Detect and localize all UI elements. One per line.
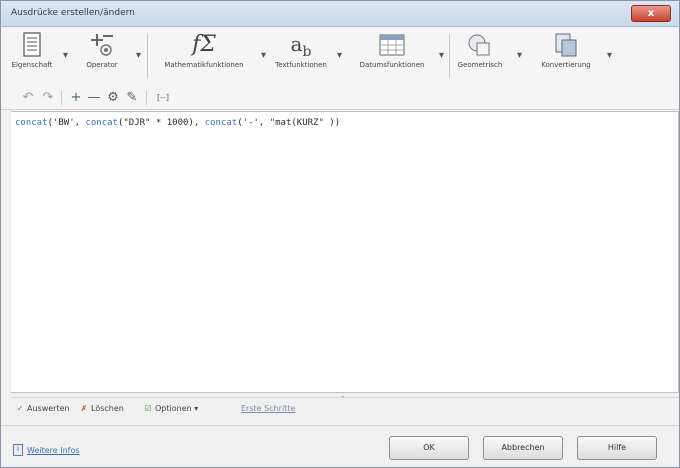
title-bar: Ausdrücke erstellen/ändern x <box>1 1 679 27</box>
expression-builder-window: Ausdrücke erstellen/ändern x Eigenschaft… <box>0 0 680 468</box>
ribbon-text-label: Textfunktionen <box>275 61 327 69</box>
ok-button[interactable]: OK <box>389 436 469 460</box>
ribbon-geometry[interactable]: Geometrisch <box>451 32 509 69</box>
expression-text: concat('BW', concat("DJR" * 1000), conca… <box>15 118 340 128</box>
text-function-icon: ab <box>271 32 331 60</box>
window-title: Ausdrücke erstellen/ändern <box>11 8 135 18</box>
checkbox-icon: ☑ <box>144 404 152 413</box>
toolbar-separator <box>146 91 147 105</box>
delete-button[interactable]: ✗ Löschen <box>79 404 124 413</box>
help-link[interactable]: Weitere Infos <box>27 446 80 455</box>
chevron-down-icon[interactable]: ▾ <box>517 50 522 61</box>
text-glyph-sub: b <box>302 44 312 60</box>
eraser-icon: ✗ <box>80 404 88 413</box>
options-button[interactable]: ☑ Optionen ▾ <box>143 404 198 413</box>
text-glyph-main: a <box>290 32 303 56</box>
chevron-down-icon: ▾ <box>194 404 199 413</box>
ribbon-toolbar: Eigenschaft ▾ Operator ▾ fΣ Mathematikfu… <box>1 28 679 86</box>
delete-label: Löschen <box>91 404 124 413</box>
minus-icon[interactable]: — <box>85 90 103 106</box>
expr-token: concat <box>15 118 48 128</box>
date-function-icon <box>379 34 405 56</box>
help-info-icon: i <box>13 444 23 456</box>
cancel-button[interactable]: Abbrechen <box>483 436 563 460</box>
close-button[interactable]: x <box>631 5 671 22</box>
ribbon-date-label: Datumsfunktionen <box>359 61 425 69</box>
check-icon: ✓ <box>16 404 24 413</box>
expr-token: ('-', "mat(KURZ" )) <box>237 118 341 128</box>
ribbon-separator <box>449 34 450 78</box>
bracket-button[interactable]: [--] <box>151 90 175 106</box>
add-icon[interactable]: + <box>67 90 85 106</box>
help-button[interactable]: Hilfe <box>577 436 657 460</box>
ribbon-separator <box>147 34 148 78</box>
evaluate-button[interactable]: ✓ Auswerten <box>15 404 70 413</box>
math-function-icon: fΣ <box>192 32 216 57</box>
expr-token: concat <box>85 118 118 128</box>
options-label: Optionen <box>155 404 192 413</box>
ribbon-text-functions[interactable]: ab Textfunktionen <box>271 32 331 69</box>
evaluate-label: Auswerten <box>27 404 70 413</box>
pencil-icon[interactable]: ✎ <box>123 90 141 106</box>
undo-icon[interactable]: ↶ <box>19 90 37 106</box>
ribbon-properties[interactable]: Eigenschaft <box>5 32 59 69</box>
ribbon-conversion-label: Konvertierung <box>541 61 591 69</box>
chevron-down-icon[interactable]: ▾ <box>261 50 266 61</box>
edit-toolbar: ↶ ↷ + — ⚙ ✎ [--] <box>1 86 679 110</box>
chevron-down-icon[interactable]: ▾ <box>136 50 141 61</box>
ribbon-date-functions[interactable]: Datumsfunktionen <box>349 32 435 69</box>
operator-icon <box>91 34 113 56</box>
ribbon-operator-label: Operator <box>86 61 118 69</box>
first-steps-link[interactable]: Erste Schritte <box>241 404 295 413</box>
gear-icon[interactable]: ⚙ <box>104 90 122 106</box>
ribbon-operator[interactable]: Operator <box>77 32 127 69</box>
chevron-down-icon[interactable]: ▾ <box>607 50 612 61</box>
chevron-down-icon[interactable]: ▾ <box>63 50 68 61</box>
redo-icon[interactable]: ↷ <box>39 90 57 106</box>
geometry-icon <box>468 34 490 56</box>
ribbon-math-label: Mathematikfunktionen <box>164 61 244 69</box>
ribbon-conversion[interactable]: Konvertierung <box>529 32 603 69</box>
properties-icon <box>23 32 41 57</box>
dialog-footer: i Weitere Infos OK Abbrechen Hilfe <box>1 425 679 467</box>
ribbon-properties-label: Eigenschaft <box>11 61 53 69</box>
ribbon-math-functions[interactable]: fΣ Mathematikfunktionen <box>151 32 257 69</box>
ribbon-geometry-label: Geometrisch <box>457 61 503 69</box>
expression-editor[interactable]: concat('BW', concat("DJR" * 1000), conca… <box>11 111 679 393</box>
chevron-down-icon[interactable]: ▾ <box>439 50 444 61</box>
conversion-icon <box>555 33 577 57</box>
expr-token: ('BW', <box>47 118 86 128</box>
expr-token: ("DJR" * 1000), <box>117 118 205 128</box>
expr-token: concat <box>204 118 238 128</box>
status-bar: ✓ Auswerten ✗ Löschen ☑ Optionen ▾ Erste Sc… <box>11 397 679 423</box>
chevron-down-icon[interactable]: ▾ <box>337 50 342 61</box>
toolbar-separator <box>61 91 62 105</box>
